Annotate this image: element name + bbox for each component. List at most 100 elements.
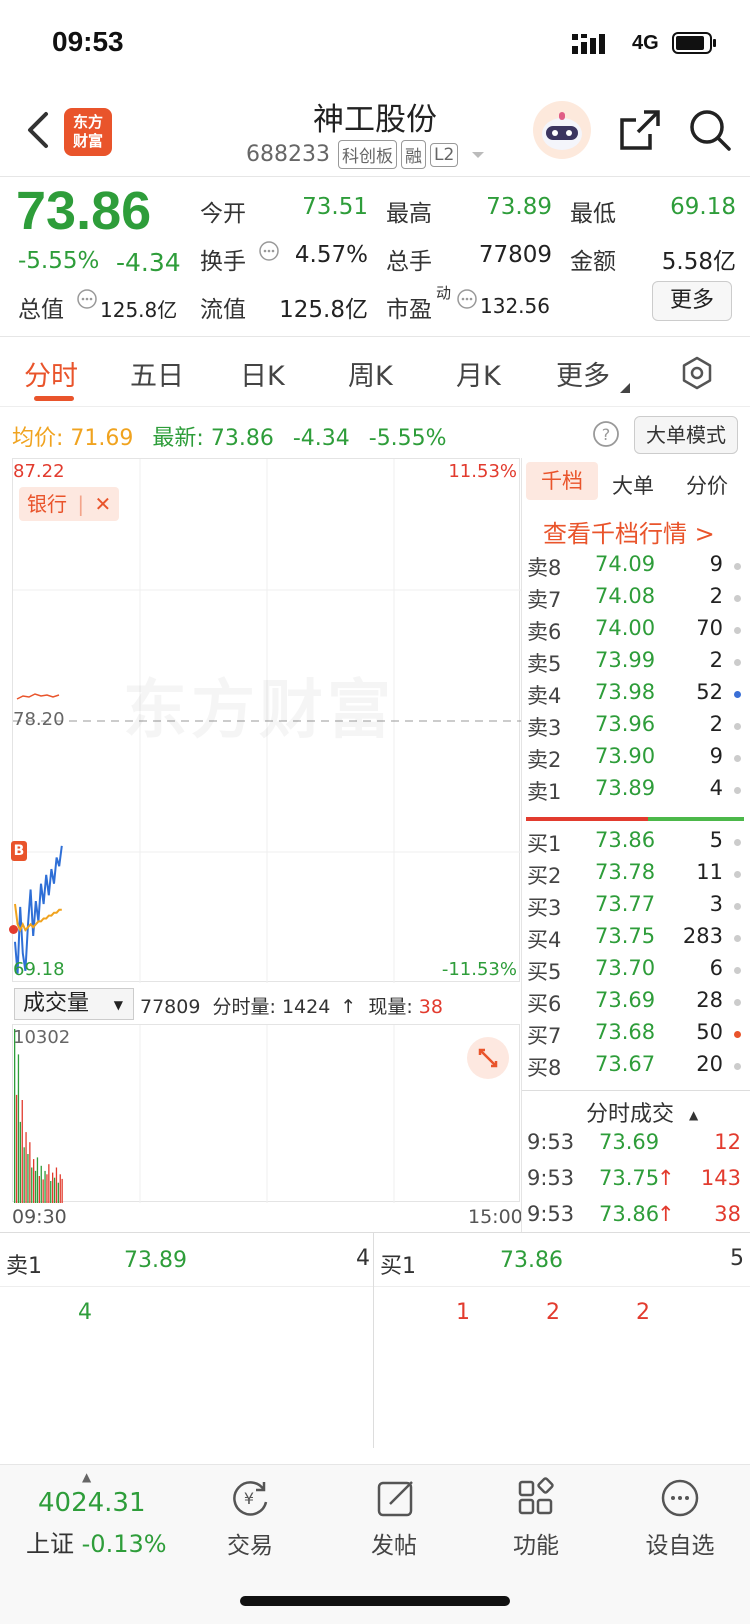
more-stats-button[interactable]: 更多 xyxy=(652,281,732,321)
bid-row[interactable]: 买8 73.67 20 xyxy=(525,1052,745,1083)
ask-row[interactable]: 卖4 73.98 52 xyxy=(525,680,745,711)
high-value: 73.89 xyxy=(486,194,552,220)
index-value[interactable]: 4024.31 xyxy=(38,1488,146,1518)
vertical-divider xyxy=(521,458,522,1232)
share-icon[interactable] xyxy=(618,108,662,152)
svg-text:¥: ¥ xyxy=(244,1489,254,1508)
add-watchlist-icon[interactable] xyxy=(658,1476,702,1520)
orderbook-tab-thousand[interactable]: 千档 xyxy=(526,462,598,500)
volume-bar xyxy=(14,1029,16,1203)
bid-row[interactable]: 买7 73.68 50 xyxy=(525,1020,745,1051)
nav-watchlist-label[interactable]: 设自选 xyxy=(610,1526,750,1560)
nav-function-label[interactable]: 功能 xyxy=(466,1526,606,1560)
bid-level-label: 买2 xyxy=(527,864,562,888)
ask-quantity: 2 xyxy=(709,712,723,736)
bottom-price-label: 69.18 xyxy=(13,959,65,980)
queue-sell-qty: 4 xyxy=(356,1246,370,1271)
queue-sell-order: 4 xyxy=(78,1300,92,1325)
queue-buy-order: 2 xyxy=(546,1300,560,1325)
info-icon[interactable] xyxy=(456,288,478,310)
ask-quantity: 9 xyxy=(709,552,723,576)
ask-indicator-dot xyxy=(734,723,741,730)
volume-value: 77809 xyxy=(478,242,552,268)
ask-indicator-dot xyxy=(734,691,741,698)
price-chart[interactable]: 东方财富 87.22 11.53% 78.20 69.18 -11.53% 银行… xyxy=(9,458,521,983)
bid-quantity: 20 xyxy=(696,1052,723,1076)
tab-monthly-k[interactable]: 月K xyxy=(456,354,501,393)
stock-code-row[interactable]: 688233 科创板 融 L2 xyxy=(246,140,486,169)
post-icon[interactable] xyxy=(374,1476,418,1520)
ask-quantity: 2 xyxy=(709,648,723,672)
close-icon[interactable]: ✕ xyxy=(94,492,111,516)
index-row[interactable]: 上证 -0.13% xyxy=(26,1524,167,1559)
nav-post-label[interactable]: 发帖 xyxy=(324,1526,464,1560)
volume-bar xyxy=(25,1132,27,1203)
ask-level-label: 卖7 xyxy=(527,588,562,612)
big-order-mode-button[interactable]: 大单模式 xyxy=(634,416,738,454)
ask-row[interactable]: 卖3 73.96 2 xyxy=(525,712,745,743)
bid-row[interactable]: 买4 73.75 283 xyxy=(525,924,745,955)
pe-superscript: 动 xyxy=(436,284,452,302)
buy-signal-badge[interactable]: B xyxy=(11,841,27,861)
bid-row[interactable]: 买3 73.77 3 xyxy=(525,892,745,923)
volume-bar xyxy=(15,1094,18,1203)
tab-five-day[interactable]: 五日 xyxy=(130,354,184,393)
volume-bar xyxy=(34,1170,37,1203)
volume-label: 总手 xyxy=(386,249,432,275)
volume-chart[interactable]: 10302 xyxy=(12,1024,520,1203)
ask-row[interactable]: 卖6 74.00 70 xyxy=(525,616,745,647)
tab-intraday[interactable]: 分时 xyxy=(24,354,78,393)
sector-tag-label: 银行 xyxy=(27,492,67,516)
orderbook-tab-big[interactable]: 大单 xyxy=(612,470,654,500)
orderbook-tab-price[interactable]: 分价 xyxy=(686,470,728,500)
volume-bar xyxy=(52,1172,54,1203)
tab-more[interactable]: 更多 xyxy=(556,354,610,393)
bid-level-label: 买5 xyxy=(527,960,562,984)
expand-icon[interactable] xyxy=(467,1037,509,1079)
level2-tag: L2 xyxy=(429,142,459,167)
volume-bar xyxy=(21,1100,23,1203)
function-icon[interactable] xyxy=(514,1476,558,1520)
bid-row[interactable]: 买6 73.69 28 xyxy=(525,988,745,1019)
search-icon[interactable] xyxy=(688,108,732,152)
volume-selector[interactable]: 成交量 ▼ xyxy=(14,988,134,1020)
bid-level-label: 买7 xyxy=(527,1024,562,1048)
info-icon[interactable] xyxy=(76,288,98,310)
thousand-level-link[interactable]: 查看千档行情 > xyxy=(543,514,715,549)
tab-daily-k[interactable]: 日K xyxy=(240,354,285,393)
tag-separator: | xyxy=(77,492,85,516)
volume-bar xyxy=(40,1165,42,1203)
avg-info-row: 均价: 71.69 最新: 73.86 -4.34 -5.55% xyxy=(12,420,447,452)
bid-level-label: 买8 xyxy=(527,1056,562,1080)
tabs-divider xyxy=(0,406,750,407)
nav-trade-label[interactable]: 交易 xyxy=(180,1526,320,1560)
bid-indicator-dot xyxy=(734,999,741,1006)
bid-row[interactable]: 买5 73.70 6 xyxy=(525,956,745,987)
help-icon[interactable]: ? xyxy=(592,420,620,448)
trade-icon[interactable]: ¥ xyxy=(228,1476,272,1520)
ask-row[interactable]: 卖1 73.89 4 xyxy=(525,776,745,807)
header-divider xyxy=(0,176,750,177)
ask-row[interactable]: 卖8 74.09 9 xyxy=(525,552,745,583)
settings-icon[interactable] xyxy=(680,356,714,390)
bid-row[interactable]: 买1 73.86 5 xyxy=(525,828,745,859)
robot-avatar-icon[interactable] xyxy=(532,100,592,160)
bid-quantity: 28 xyxy=(696,988,723,1012)
volume-info: 77809 分时量: 1424 ↑ 现量: 38 xyxy=(140,996,443,1018)
bid-quantity: 3 xyxy=(709,892,723,916)
tab-weekly-k[interactable]: 周K xyxy=(348,354,393,393)
ask-row[interactable]: 卖7 74.08 2 xyxy=(525,584,745,615)
arrow-up-icon: ↑ xyxy=(340,996,357,1018)
trades-title[interactable]: 分时成交 ▲ xyxy=(586,1096,698,1128)
change-percent: -5.55% xyxy=(18,248,100,274)
sector-tag[interactable]: 银行 | ✕ xyxy=(19,487,120,521)
ask-row[interactable]: 卖2 73.90 9 xyxy=(525,744,745,775)
bid-row[interactable]: 买2 73.78 11 xyxy=(525,860,745,891)
turnover-value: 4.57% xyxy=(294,242,368,268)
svg-text:?: ? xyxy=(602,425,611,444)
ask-price: 73.90 xyxy=(595,744,656,768)
ask-row[interactable]: 卖5 73.99 2 xyxy=(525,648,745,679)
info-icon[interactable] xyxy=(258,240,280,262)
amount-label: 金额 xyxy=(570,249,616,275)
queue-buy-order: 1 xyxy=(456,1300,470,1325)
